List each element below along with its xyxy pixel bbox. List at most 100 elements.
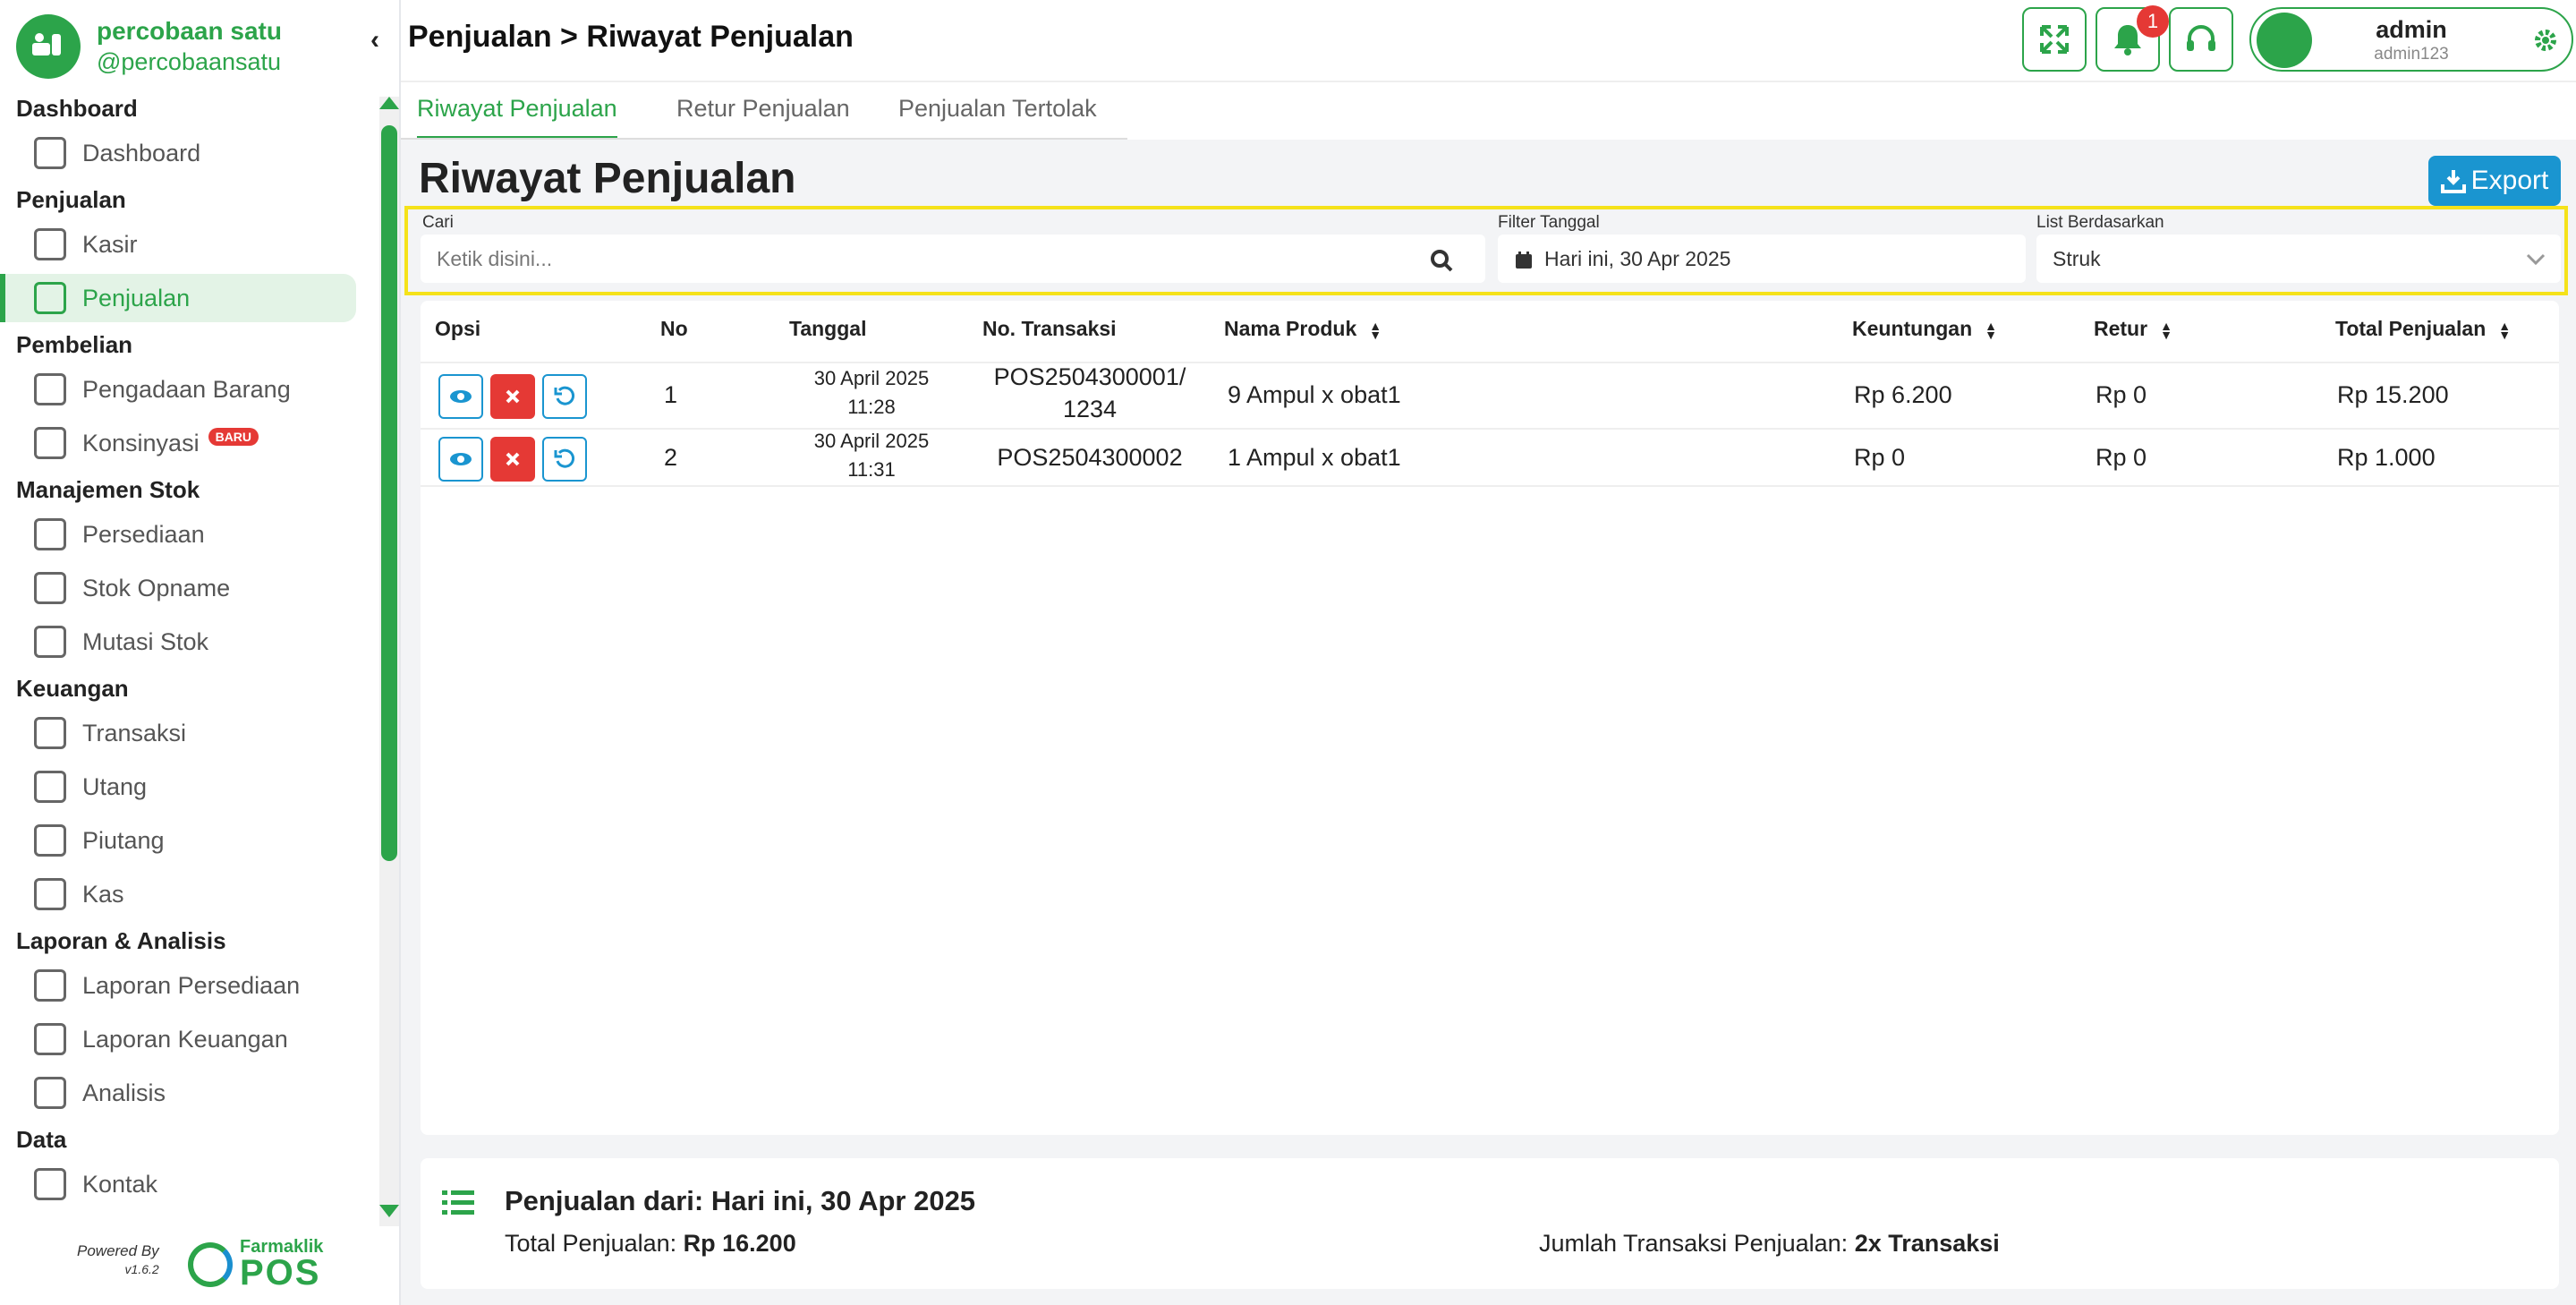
clipboard-icon [34,969,66,1002]
sidebar-item-kasir[interactable]: Kasir [0,220,376,269]
undo-icon [554,448,575,468]
fullscreen-button[interactable] [2022,7,2087,72]
search-label: Cari [422,213,454,232]
table-row: 2 30 April 2025 11:31 POS2504300002 1 Am… [421,428,2559,487]
powered-by: Powered By v1.6.2 [77,1242,159,1276]
summary-count: Jumlah Transaksi Penjualan: 2x Transaksi [1539,1230,2000,1257]
cell-time: 11:31 [847,458,896,481]
pulse-chart-icon [34,1077,66,1109]
stock-transfer-icon [34,626,66,658]
sidebar-item-mutasi-stok[interactable]: Mutasi Stok [0,618,376,666]
table-row: 1 30 April 2025 11:28 POS2504300001/ 123… [421,362,2559,426]
sidebar-item-analisis[interactable]: Analisis [0,1069,376,1117]
headset-icon [2187,25,2215,51]
section-manajemen-stok: Manajemen Stok [16,476,200,503]
sidebar-item-persediaan[interactable]: Persediaan [0,510,376,559]
sort-icon: ▲ ▼ [2498,318,2512,342]
sidebar-item-piutang[interactable]: Piutang [0,816,376,865]
archive-icon [34,427,66,459]
search-input[interactable]: Ketik disini... [421,235,1485,283]
farmaklik-logo: Farmaklik POS [188,1237,323,1292]
cell-product: 1 Ampul x obat1 [1228,444,1401,471]
col-header-total-penjualan[interactable]: Total Penjualan ▲ ▼ [2335,317,2511,341]
new-badge: BARU [208,428,259,446]
eye-icon [450,453,472,465]
sidebar-item-pengadaan-barang[interactable]: Pengadaan Barang [0,365,376,414]
cancel-button[interactable] [490,374,535,419]
sidebar: percobaan satu @percobaansatu ‹ Dashboar… [0,0,401,1305]
receipt-icon [34,824,66,857]
export-button[interactable]: Export [2428,156,2561,206]
notification-badge: 1 [2137,5,2169,38]
undo-icon [554,386,575,405]
return-button[interactable] [542,374,587,419]
brand-name: percobaan satu [97,17,282,45]
box-upload-icon [34,373,66,405]
tab-divider [401,138,1127,140]
sidebar-item-penjualan[interactable]: Penjualan [0,274,356,322]
grid-icon [34,137,66,169]
date-filter-label: Filter Tanggal [1498,213,1600,232]
cell-retur: Rp 0 [2096,444,2147,471]
view-button[interactable] [438,437,483,482]
summary-total: Total Penjualan: Rp 16.200 [505,1230,796,1257]
user-menu[interactable]: admin admin123 [2249,7,2573,72]
col-header-opsi: Opsi [435,317,481,340]
basket-icon [34,282,66,314]
tab-riwayat-penjualan[interactable]: Riwayat Penjualan [417,95,617,140]
section-keuangan: Keuangan [16,675,129,702]
inventory-icon [34,518,66,550]
return-button[interactable] [542,437,587,482]
summary-title: Penjualan dari: Hari ini, 30 Apr 2025 [505,1185,976,1216]
cell-no: 2 [664,444,678,471]
cell-profit: Rp 6.200 [1854,381,1952,408]
tab-retur-penjualan[interactable]: Retur Penjualan [676,95,850,140]
sidebar-item-stok-opname[interactable]: Stok Opname [0,564,376,612]
sidebar-scroll-thumb[interactable] [381,125,397,861]
sidebar-nav: Dashboard Dashboard Penjualan Kasir Penj… [0,86,376,1208]
sort-icon: ▲ ▼ [1985,318,1998,342]
list-by-select[interactable]: Struk [2036,235,2561,283]
contact-book-icon [34,1168,66,1200]
notification-button[interactable]: 1 [2096,5,2169,72]
calendar-icon [1516,252,1532,269]
chevron-down-icon[interactable] [2525,252,2546,267]
view-button[interactable] [438,374,483,419]
farmaklik-mark-icon [188,1242,233,1287]
collapse-sidebar-icon[interactable]: ‹ [370,25,379,55]
eye-icon [450,390,472,403]
cancel-button[interactable] [490,437,535,482]
col-header-retur[interactable]: Retur ▲ ▼ [2094,317,2172,341]
support-button[interactable] [2169,7,2233,72]
list-icon [442,1190,474,1215]
col-header-nama-produk[interactable]: Nama Produk ▲ ▼ [1224,317,1382,341]
cell-total: Rp 15.200 [2337,381,2449,408]
user-name: admin [2376,16,2447,43]
sidebar-item-dashboard[interactable]: Dashboard [0,129,376,177]
page-title: Riwayat Penjualan [419,155,796,202]
tab-penjualan-tertolak[interactable]: Penjualan Tertolak [898,95,1097,140]
sidebar-item-laporan-keuangan[interactable]: Laporan Keuangan [0,1015,376,1063]
col-header-keuntungan[interactable]: Keuntungan ▲ ▼ [1852,317,1997,341]
cell-date: 30 April 2025 [813,367,930,389]
brand: percobaan satu @percobaansatu [16,14,282,79]
sidebar-item-konsinyasi[interactable]: Konsinyasi BARU [0,419,376,467]
sort-icon: ▲ ▼ [1369,318,1382,342]
cell-no: 1 [664,381,678,408]
sales-table: Opsi No Tanggal No. Transaksi Nama Produ… [421,301,2559,1135]
scroll-down-arrow-icon[interactable] [379,1205,399,1217]
section-data: Data [16,1126,67,1153]
sidebar-item-transaksi[interactable]: Transaksi [0,709,376,757]
date-filter-field[interactable]: Hari ini, 30 Apr 2025 [1498,235,2026,283]
col-header-no-transaksi: No. Transaksi [982,317,1117,340]
clipboard-icon [34,1023,66,1055]
gear-icon[interactable] [2532,27,2559,54]
sidebar-item-kontak[interactable]: Kontak [0,1160,376,1208]
store-logo-icon [16,14,81,79]
search-icon[interactable] [1430,249,1453,272]
sidebar-item-kas[interactable]: Kas [0,870,376,918]
section-penjualan: Penjualan [16,186,126,213]
scroll-up-arrow-icon[interactable] [379,97,399,109]
sidebar-item-laporan-persediaan[interactable]: Laporan Persediaan [0,961,376,1010]
sidebar-item-utang[interactable]: Utang [0,763,376,811]
